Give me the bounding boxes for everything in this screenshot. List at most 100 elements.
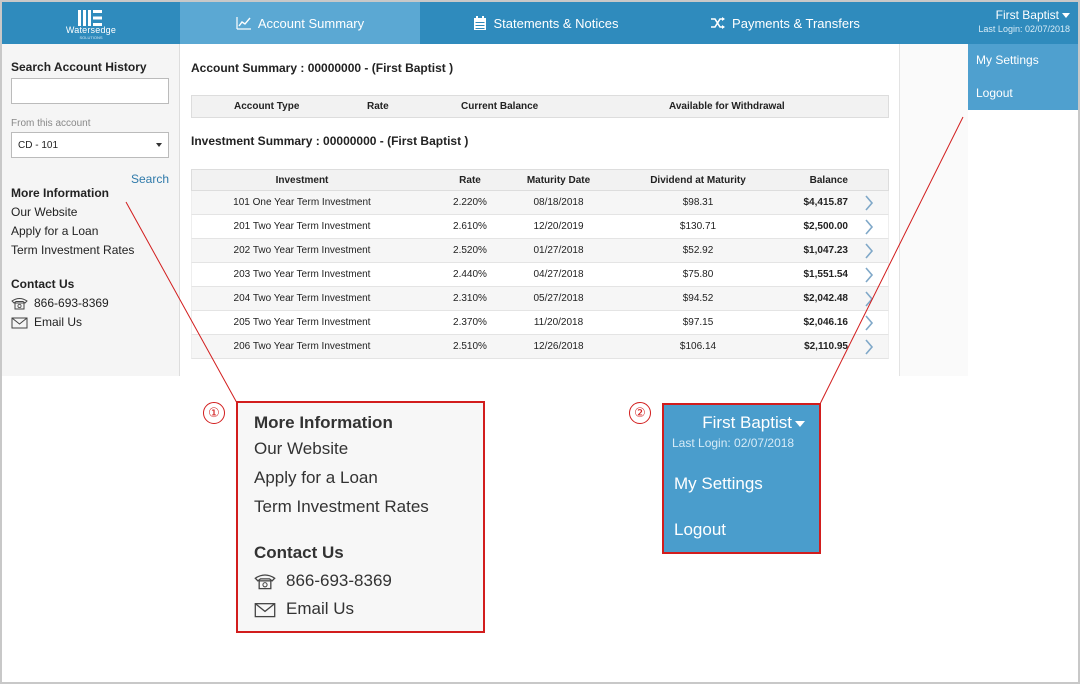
callout-last-login: Last Login: 02/07/2018 (672, 436, 795, 450)
callout-contact-phone: 866-693-8369 (254, 571, 467, 591)
maturity-date: 12/20/2019 (533, 221, 584, 232)
col-available-withdrawal: Available for Withdrawal (669, 101, 785, 112)
top-navigation-bar: Watersedge SOLUTIONS Account Summary Sta… (2, 2, 1078, 44)
dividend-amount: $97.15 (682, 317, 714, 328)
balance-amount: $1,551.54 (803, 269, 849, 280)
tab-label: Payments & Transfers (732, 15, 860, 31)
menu-item-logout[interactable]: Logout (968, 77, 1078, 110)
col-account-type: Account Type (234, 101, 300, 112)
investment-name: 206 Two Year Term Investment (233, 341, 371, 352)
table-row[interactable]: 204 Two Year Term Investment 2.310% 05/27/… (191, 287, 889, 311)
investment-rate: 2.220% (453, 197, 487, 208)
investment-name: 204 Two Year Term Investment (233, 293, 371, 304)
dividend-amount: $130.71 (679, 221, 717, 232)
logo-mark-icon (78, 10, 102, 26)
investment-name: 201 Two Year Term Investment (233, 221, 371, 232)
investment-table: Investment Rate Maturity Date Dividend a… (191, 169, 889, 359)
search-history-title: Search Account History (11, 60, 147, 74)
chevron-right-icon[interactable] (864, 243, 874, 259)
investment-table-header: Investment Rate Maturity Date Dividend a… (191, 169, 889, 191)
tab-label: Account Summary (257, 15, 365, 31)
account-summary-title: Account Summary : 00000000 - (First Bapt… (191, 61, 454, 75)
callout-link-loan: Apply for a Loan (254, 468, 378, 487)
chevron-right-icon[interactable] (864, 219, 874, 235)
user-name: First Baptist (995, 8, 1059, 22)
col-investment: Investment (275, 175, 329, 186)
phone-icon (11, 297, 28, 309)
brand-name: Watersedge (65, 25, 117, 35)
chart-icon (236, 17, 251, 30)
balance-amount: $1,047.23 (803, 245, 849, 256)
chevron-down-icon (156, 143, 162, 147)
maturity-date: 12/26/2018 (533, 341, 584, 352)
chevron-right-icon[interactable] (864, 267, 874, 283)
main-content: Account Summary : 00000000 - (First Bapt… (181, 44, 899, 376)
brand-tagline: SOLUTIONS (79, 35, 103, 40)
contact-phone[interactable]: 866-693-8369 (11, 296, 170, 310)
callout-box-user-menu: First Baptist Last Login: 02/07/2018 My … (662, 403, 821, 554)
link-our-website[interactable]: Our Website (11, 205, 170, 219)
callout-logout: Logout (674, 520, 726, 539)
callout-number-one: ① (203, 402, 225, 424)
col-current-balance: Current Balance (461, 101, 539, 112)
envelope-icon (11, 317, 28, 328)
table-row[interactable]: 206 Two Year Term Investment 2.510% 12/26/… (191, 335, 889, 359)
chevron-right-icon[interactable] (864, 291, 874, 307)
callout-phone-number: 866-693-8369 (286, 571, 392, 590)
tab-account-summary[interactable]: Account Summary (180, 2, 420, 44)
dividend-amount: $52.92 (682, 245, 714, 256)
user-dropdown-menu: My Settings Logout (968, 44, 1078, 110)
right-panel (899, 44, 968, 376)
col-rate: Rate (367, 101, 389, 112)
maturity-date: 08/18/2018 (533, 197, 584, 208)
table-row[interactable]: 202 Two Year Term Investment 2.520% 01/27/… (191, 239, 889, 263)
col-balance: Balance (809, 175, 848, 186)
table-row[interactable]: 201 Two Year Term Investment 2.610% 12/20/… (191, 215, 889, 239)
col-maturity-date: Maturity Date (526, 175, 591, 186)
dividend-amount: $106.14 (679, 341, 717, 352)
maturity-date: 04/27/2018 (533, 269, 584, 280)
chevron-down-icon (795, 420, 805, 427)
contact-email[interactable]: Email Us (11, 315, 170, 329)
table-row[interactable]: 205 Two Year Term Investment 2.370% 11/20/… (191, 311, 889, 335)
callout-email: Email Us (286, 599, 355, 618)
callout-link-website: Our Website (254, 439, 349, 458)
chevron-right-icon[interactable] (864, 195, 874, 211)
investment-name: 202 Two Year Term Investment (233, 245, 371, 256)
investment-name: 101 One Year Term Investment (233, 197, 371, 208)
callout-my-settings: My Settings (674, 474, 763, 493)
table-row[interactable]: 203 Two Year Term Investment 2.440% 04/27/… (191, 263, 889, 287)
shuffle-icon (711, 17, 726, 29)
callout-link-rates: Term Investment Rates (254, 497, 429, 516)
balance-amount: $2,110.95 (804, 341, 848, 352)
account-select[interactable]: CD - 101 (11, 132, 169, 158)
tab-payments-transfers[interactable]: Payments & Transfers (670, 2, 900, 44)
balance-amount: $2,042.48 (803, 293, 849, 304)
user-menu-toggle[interactable]: First Baptist Last Login: 02/07/2018 (978, 8, 1070, 34)
dividend-amount: $75.80 (682, 269, 714, 280)
more-information-title: More Information (11, 186, 109, 200)
link-apply-loan[interactable]: Apply for a Loan (11, 224, 170, 238)
sidebar: Search Account History From this account… (2, 44, 180, 376)
chevron-right-icon[interactable] (864, 339, 874, 355)
search-button[interactable]: Search (11, 172, 169, 186)
brand-logo[interactable]: Watersedge SOLUTIONS (2, 2, 180, 44)
tab-label: Statements & Notices (493, 15, 619, 31)
table-row[interactable]: 101 One Year Term Investment 2.220% 08/18/… (191, 191, 889, 215)
tab-statements-notices[interactable]: Statements & Notices (420, 2, 670, 44)
phone-icon (254, 573, 276, 589)
dividend-amount: $98.31 (682, 197, 714, 208)
chevron-down-icon (1062, 13, 1070, 19)
chevron-right-icon[interactable] (864, 315, 874, 331)
investment-rate: 2.520% (453, 245, 487, 256)
callout-user-name: First Baptist (702, 413, 792, 432)
investment-summary-title: Investment Summary : 00000000 - (First B… (191, 134, 469, 148)
link-term-rates[interactable]: Term Investment Rates (11, 243, 170, 257)
callout-number-two: ② (629, 402, 651, 424)
investment-name: 203 Two Year Term Investment (233, 269, 371, 280)
account-select-value: CD - 101 (18, 139, 59, 151)
search-input[interactable] (11, 78, 169, 104)
investment-rate: 2.610% (453, 221, 487, 232)
balance-amount: $2,046.16 (803, 317, 849, 328)
menu-item-my-settings[interactable]: My Settings (968, 44, 1078, 77)
